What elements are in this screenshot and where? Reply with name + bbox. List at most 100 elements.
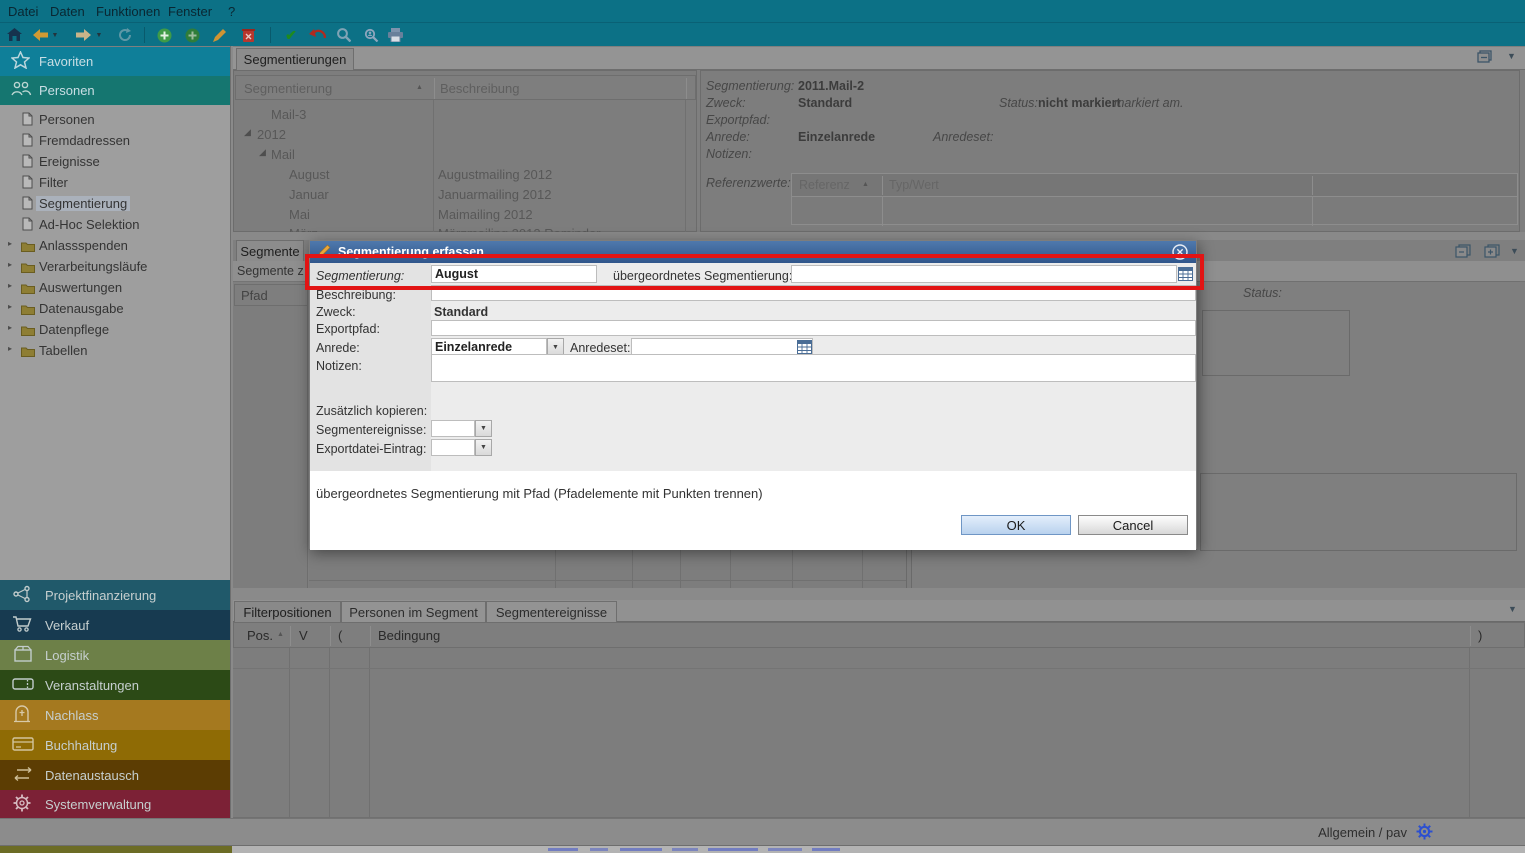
notizen-textarea[interactable]: [431, 354, 1196, 382]
panel-collapse-icon[interactable]: ▼: [1507, 51, 1516, 61]
edit-record-icon[interactable]: [210, 26, 228, 44]
sidebar-section-favoriten[interactable]: Favoriten: [0, 47, 230, 76]
segmentierung-tree-table: Segmentierung ▲ Beschreibung Mail-3 ◢201…: [233, 70, 697, 232]
module-systemverwaltung[interactable]: Systemverwaltung: [0, 790, 230, 818]
column-beschreibung[interactable]: Beschreibung: [440, 81, 520, 96]
exportpfad-input[interactable]: [431, 320, 1196, 336]
expand-arrow-icon[interactable]: ▸: [8, 239, 12, 248]
confirm-icon[interactable]: ✔: [282, 26, 300, 44]
dialog-footer-band: [310, 471, 1196, 550]
sidebar-folder-verarbeitungslaeufe[interactable]: ▸Verarbeitungsläufe: [0, 256, 230, 277]
settings-gear-icon[interactable]: [1416, 823, 1433, 845]
sidebar-item-filter[interactable]: Filter: [0, 172, 230, 193]
expand-arrow-icon[interactable]: ▸: [8, 281, 12, 290]
module-nachlass[interactable]: Nachlass: [0, 700, 230, 730]
sidebar-folder-anlassspenden[interactable]: ▸Anlassspenden: [0, 235, 230, 256]
segmentereignisse-dropdown-button[interactable]: ▼: [475, 420, 492, 437]
module-buchhaltung[interactable]: Buchhaltung: [0, 730, 230, 760]
panel-collapse-icon[interactable]: ▼: [1510, 246, 1519, 256]
undo-icon[interactable]: [308, 26, 326, 44]
sidebar-folder-datenpflege[interactable]: ▸Datenpflege: [0, 319, 230, 340]
gear-icon: [12, 793, 36, 816]
column-pos[interactable]: Pos.: [247, 628, 273, 643]
column-typ-wert[interactable]: Typ/Wert: [889, 178, 939, 192]
forward-icon[interactable]: [74, 26, 92, 44]
panel-collapse-icon[interactable]: ▼: [1508, 604, 1517, 614]
forward-dropdown-icon[interactable]: ▼: [94, 26, 104, 44]
sidebar-folder-tabellen[interactable]: ▸Tabellen: [0, 340, 230, 361]
sidebar-item-adhoc-selektion[interactable]: Ad-Hoc Selektion: [0, 214, 230, 235]
module-projektfinanzierung[interactable]: Projektfinanzierung: [0, 580, 230, 610]
module-datenaustausch[interactable]: Datenaustausch: [0, 760, 230, 790]
window-restore-icon[interactable]: [1477, 50, 1493, 69]
sidebar-item-segmentierung[interactable]: Segmentierung: [0, 193, 230, 214]
ok-button[interactable]: OK: [961, 515, 1071, 535]
tab-segmentereignisse[interactable]: Segmentereignisse: [486, 601, 617, 622]
delete-record-icon[interactable]: [239, 26, 257, 44]
expand-arrow-icon[interactable]: ▸: [8, 344, 12, 353]
zusaetzlich-kopieren-label: Zusätzlich kopieren:: [316, 404, 427, 418]
cancel-button[interactable]: Cancel: [1078, 515, 1188, 535]
search-person-icon[interactable]: [362, 26, 380, 44]
horizontal-splitter[interactable]: [233, 232, 1525, 240]
menu-daten[interactable]: Daten: [50, 4, 85, 19]
sidebar-section-label: Personen: [39, 83, 95, 98]
menu-funktionen[interactable]: Funktionen: [96, 4, 160, 19]
card-icon: [12, 736, 36, 755]
tree-table-header: Segmentierung ▲ Beschreibung: [235, 75, 696, 100]
sidebar-section-personen[interactable]: Personen: [0, 76, 230, 105]
back-icon[interactable]: [31, 26, 49, 44]
toolbar-separator: [144, 27, 145, 43]
column-referenz[interactable]: Referenz: [799, 178, 850, 192]
toolbar: ▼ ▼ ✔: [0, 22, 1525, 46]
expand-all-icon[interactable]: [1484, 244, 1500, 264]
refresh-icon[interactable]: [116, 26, 134, 44]
exportdatei-dropdown-button[interactable]: ▼: [475, 439, 492, 456]
dialog-hint-text: übergeordnetes Segmentierung mit Pfad (P…: [316, 486, 763, 501]
segmente-status-label: Status:: [1243, 286, 1282, 300]
expand-arrow-icon[interactable]: ▸: [8, 323, 12, 332]
print-icon[interactable]: [386, 26, 404, 44]
detail-anrede-value: Einzelanrede: [798, 130, 875, 144]
document-icon: [22, 154, 33, 171]
expand-arrow-icon[interactable]: ▸: [8, 302, 12, 311]
menu-help[interactable]: ?: [228, 4, 235, 19]
sidebar-item-personen[interactable]: Personen: [0, 109, 230, 130]
horizontal-splitter[interactable]: [233, 588, 1525, 600]
module-verkauf[interactable]: Verkauf: [0, 610, 230, 640]
menu-fenster[interactable]: Fenster: [168, 4, 212, 19]
home-icon[interactable]: [5, 26, 23, 44]
sidebar-item-ereignisse[interactable]: Ereignisse: [0, 151, 230, 172]
menu-datei[interactable]: Datei: [8, 4, 38, 19]
module-logistik[interactable]: Logistik: [0, 640, 230, 670]
sort-asc-icon: ▲: [277, 631, 284, 638]
back-dropdown-icon[interactable]: ▼: [50, 26, 60, 44]
detail-notizen-label: Notizen:: [706, 147, 752, 161]
application-window: Datei Daten Funktionen Fenster ? ▼ ▼ ✔: [0, 0, 1525, 853]
collapse-all-icon[interactable]: [1455, 244, 1471, 264]
tab-segmente[interactable]: Segmente: [236, 240, 304, 261]
add-record-icon[interactable]: [155, 26, 173, 44]
document-icon: [22, 175, 33, 192]
column-open-paren[interactable]: (: [338, 628, 342, 643]
module-veranstaltungen[interactable]: Veranstaltungen: [0, 670, 230, 700]
search-icon[interactable]: [335, 26, 353, 44]
field-beschreibung-label: Beschreibung:: [316, 288, 396, 302]
expand-arrow-icon[interactable]: ▸: [8, 260, 12, 269]
detail-segmentierung-label: Segmentierung:: [706, 79, 794, 93]
tab-personen-im-segment[interactable]: Personen im Segment: [341, 601, 486, 622]
segmentereignisse-dropdown[interactable]: [431, 420, 475, 437]
pfad-column-header[interactable]: Pfad: [234, 284, 308, 306]
column-segmentierung[interactable]: Segmentierung: [244, 81, 332, 96]
column-bedingung[interactable]: Bedingung: [378, 628, 440, 643]
detail-status-value: nicht markiert: [1038, 96, 1121, 110]
sidebar-folder-datenausgabe[interactable]: ▸Datenausgabe: [0, 298, 230, 319]
column-close-paren[interactable]: ): [1478, 628, 1482, 643]
column-v[interactable]: V: [299, 628, 308, 643]
tab-filterpositionen[interactable]: Filterpositionen: [234, 601, 341, 622]
sidebar-folder-auswertungen[interactable]: ▸Auswertungen: [0, 277, 230, 298]
duplicate-record-icon[interactable]: [183, 26, 201, 44]
tab-segmentierungen[interactable]: Segmentierungen: [236, 48, 354, 70]
sidebar-item-fremdadressen[interactable]: Fremdadressen: [0, 130, 230, 151]
exportdatei-dropdown[interactable]: [431, 439, 475, 456]
